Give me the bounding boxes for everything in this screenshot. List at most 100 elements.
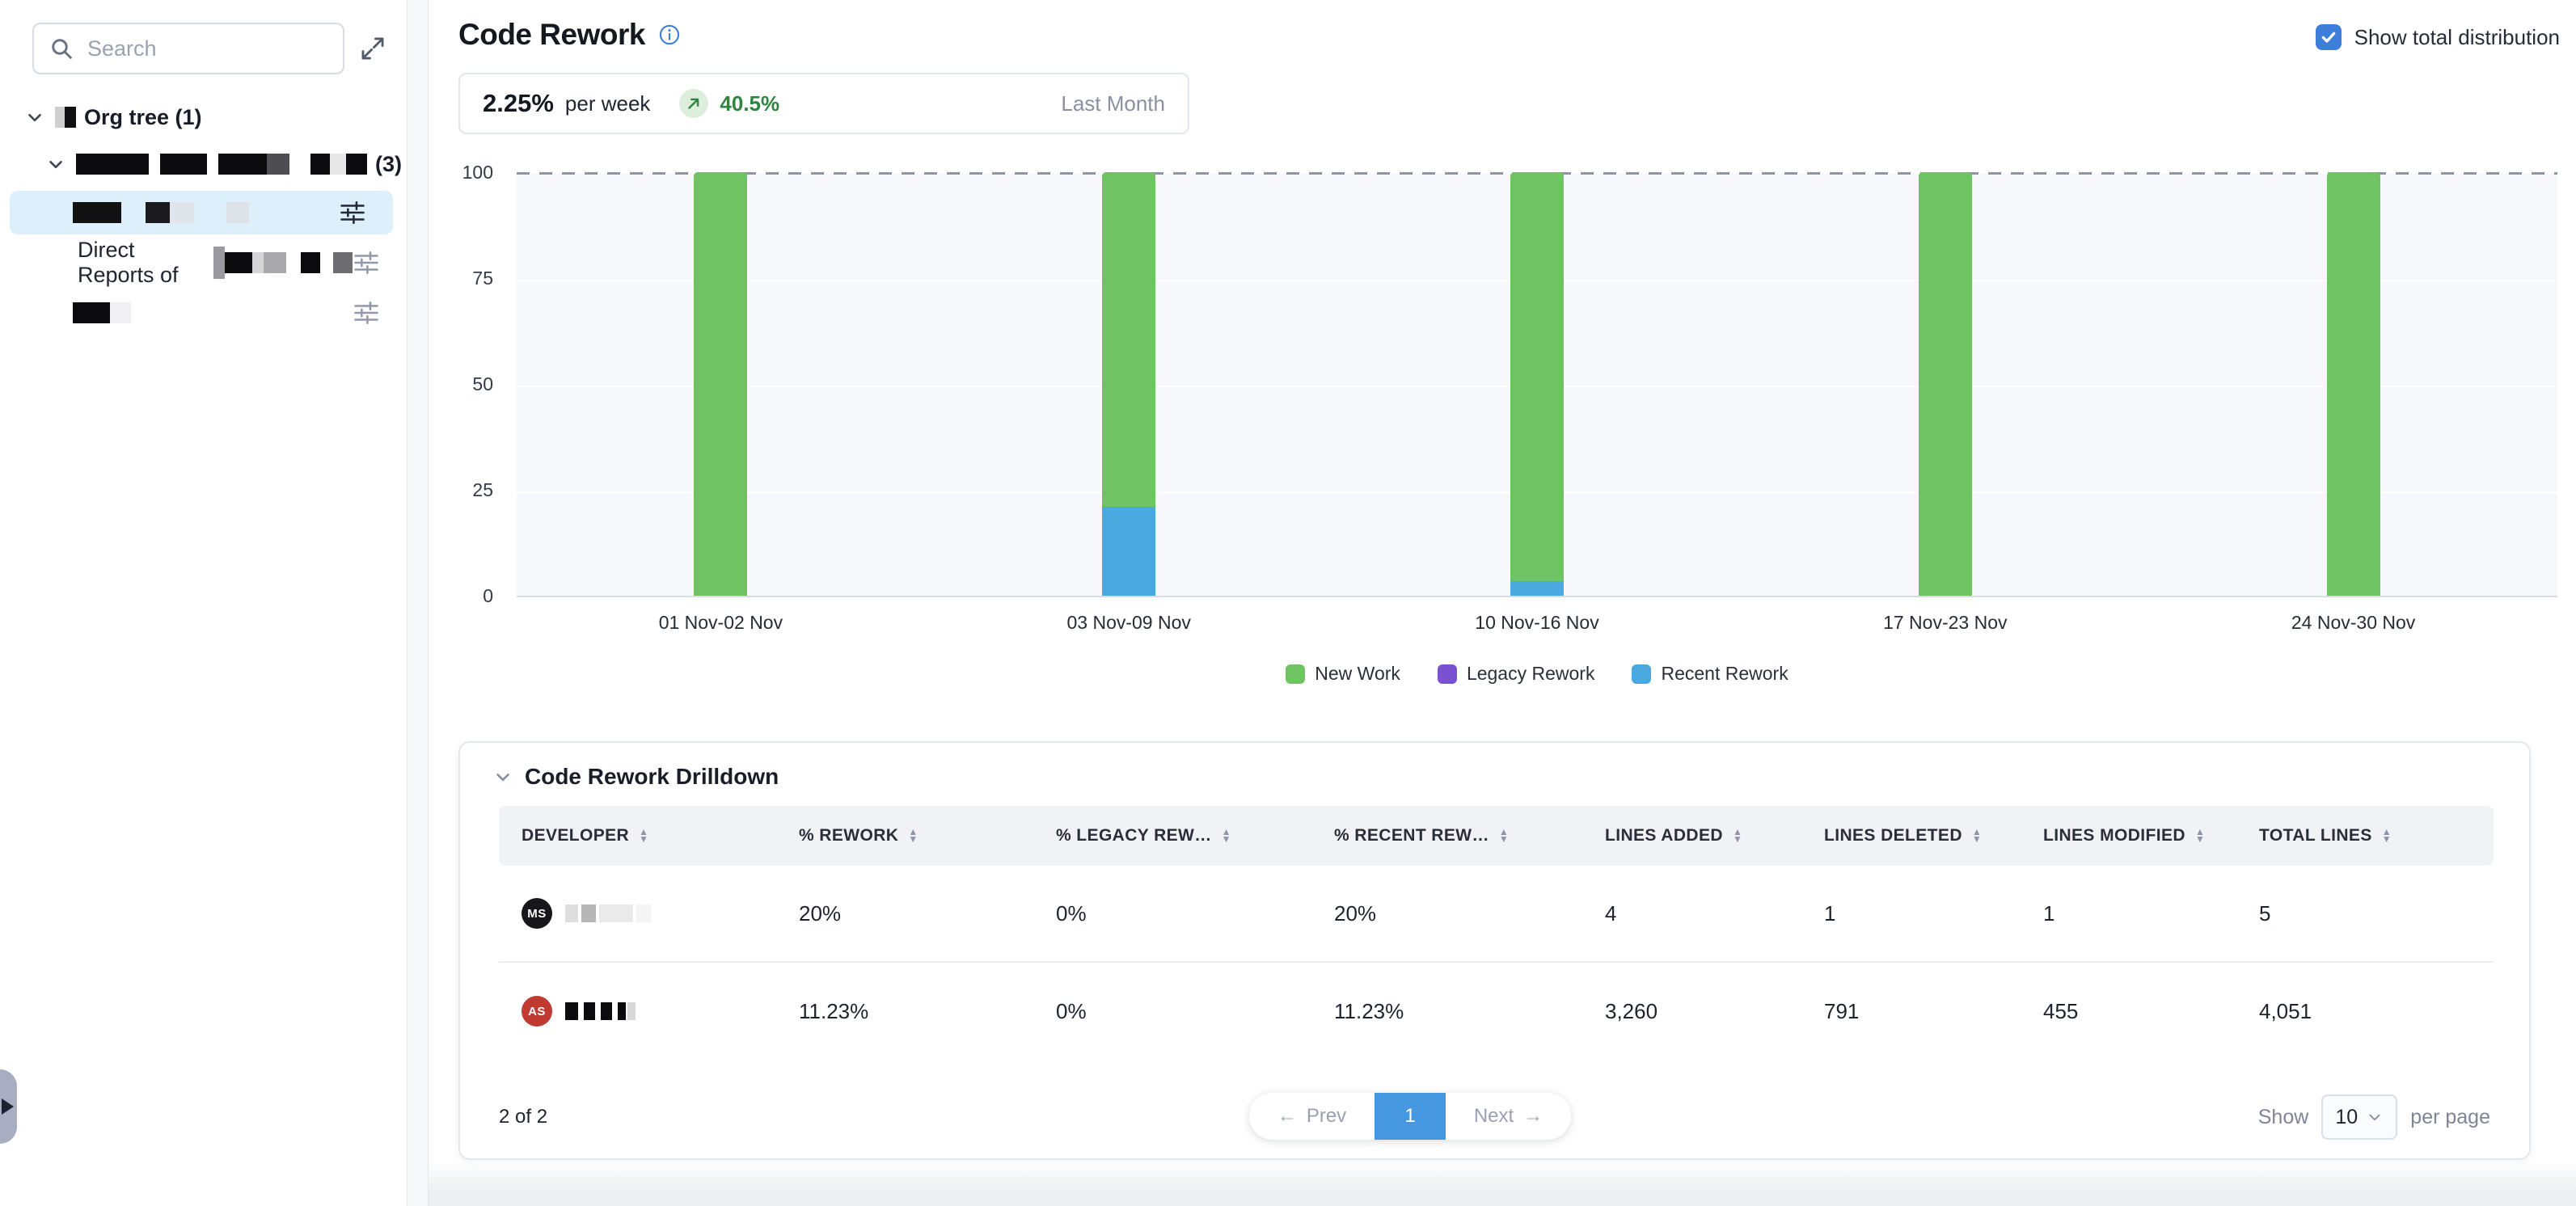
cell-rework: 11.23% <box>776 999 1033 1024</box>
cell-lines-modified: 455 <box>2021 999 2236 1024</box>
info-icon[interactable] <box>658 23 681 46</box>
redacted-text <box>213 247 353 279</box>
drilldown-title: Code Rework Drilldown <box>525 764 779 790</box>
drilldown-table: DEVELOPER▲▼ % REWORK▲▼ % LEGACY REW…▲▼ %… <box>499 806 2494 1060</box>
next-page-button[interactable]: Next → <box>1446 1093 1571 1140</box>
legend-swatch <box>1286 664 1305 684</box>
column-header-developer[interactable]: DEVELOPER▲▼ <box>499 826 776 845</box>
tree-item-label: Org tree (1) <box>84 105 202 130</box>
column-header-lines-added[interactable]: LINES ADDED▲▼ <box>1582 826 1801 845</box>
sort-icon[interactable]: ▲▼ <box>1499 829 1509 842</box>
tree-item-selected-redacted[interactable] <box>10 191 393 234</box>
table-header-row: DEVELOPER▲▼ % REWORK▲▼ % LEGACY REW…▲▼ %… <box>499 806 2494 866</box>
arrow-left-icon: ← <box>1277 1105 1297 1128</box>
column-header-lines-deleted[interactable]: LINES DELETED▲▼ <box>1801 826 2021 845</box>
bar-segment <box>1102 507 1155 596</box>
cell-lines-added: 4 <box>1582 901 1801 926</box>
filter-sliders-icon[interactable] <box>353 299 380 327</box>
chevron-down-icon[interactable] <box>24 107 45 128</box>
x-axis-label: 24 Nov-30 Nov <box>2149 612 2557 634</box>
avatar: MS <box>522 898 552 929</box>
column-header-legacy-rework[interactable]: % LEGACY REW…▲▼ <box>1033 826 1311 845</box>
y-axis-label: 50 <box>432 373 493 395</box>
cell-lines-deleted: 1 <box>1801 901 2021 926</box>
bar-segment <box>1510 172 1564 581</box>
y-axis-label: 25 <box>432 479 493 501</box>
arrow-right-icon <box>2 1098 14 1115</box>
cell-lines-deleted: 791 <box>1801 999 2021 1024</box>
sort-icon[interactable]: ▲▼ <box>1222 829 1231 842</box>
trend-up-icon <box>679 89 708 118</box>
kpi-delta: 40.5% <box>720 91 779 116</box>
filter-sliders-icon[interactable] <box>353 249 380 276</box>
sort-icon[interactable]: ▲▼ <box>1733 829 1742 842</box>
bar-segment <box>1102 172 1155 507</box>
org-tree: Org tree (1) (3) <box>0 95 407 335</box>
tree-item-org-root[interactable]: Org tree (1) <box>0 95 407 139</box>
x-axis-label: 10 Nov-16 Nov <box>1333 612 1742 634</box>
pagination: ← Prev 1 Next → <box>1249 1093 1571 1140</box>
kpi-unit: per week <box>565 91 651 116</box>
avatar: AS <box>522 996 552 1027</box>
legend-label: Legacy Rework <box>1467 663 1595 685</box>
x-axis-label: 17 Nov-23 Nov <box>1741 612 2149 634</box>
filter-sliders-icon[interactable] <box>339 199 366 226</box>
legend-label: New Work <box>1315 663 1400 685</box>
legend-item: Recent Rework <box>1632 663 1788 685</box>
tree-item-direct-reports[interactable]: Direct Reports of <box>0 241 407 285</box>
tree-item-count: (3) <box>375 152 402 177</box>
column-header-total-lines[interactable]: TOTAL LINES▲▼ <box>2236 826 2494 845</box>
redacted-text <box>73 302 131 323</box>
bar-segment <box>694 172 747 596</box>
bar-stack <box>694 172 747 596</box>
cell-legacy-rework: 0% <box>1033 901 1311 926</box>
app-root: Org tree (1) (3) <box>0 0 2576 1206</box>
sort-icon[interactable]: ▲▼ <box>908 829 918 842</box>
sort-icon[interactable]: ▲▼ <box>639 829 648 842</box>
bar-stack <box>2327 172 2380 596</box>
arrow-right-icon: → <box>1523 1105 1543 1128</box>
cell-legacy-rework: 0% <box>1033 999 1311 1024</box>
sort-icon[interactable]: ▲▼ <box>2195 829 2205 842</box>
chart-legend: New Work Legacy Rework Recent Rework <box>517 663 2557 685</box>
legend-item: Legacy Rework <box>1438 663 1595 685</box>
sort-icon[interactable]: ▲▼ <box>1972 829 1982 842</box>
per-page-label: per page <box>2410 1106 2490 1129</box>
legend-swatch <box>1632 664 1651 684</box>
page-size-select[interactable]: 10 <box>2321 1094 2397 1140</box>
org-avatar-redacted <box>55 107 76 128</box>
expand-panel-icon[interactable] <box>353 29 392 68</box>
checkbox-checked-icon[interactable] <box>2316 24 2342 50</box>
chevron-down-icon[interactable] <box>45 154 66 175</box>
cell-lines-modified: 1 <box>2021 901 2236 926</box>
tree-item-label: Direct Reports of <box>78 238 205 288</box>
column-header-rework[interactable]: % REWORK▲▼ <box>776 826 1033 845</box>
cell-rework: 20% <box>776 901 1033 926</box>
cell-recent-rework: 20% <box>1311 901 1582 926</box>
panel-expand-handle[interactable] <box>0 1069 17 1144</box>
sidebar: Org tree (1) (3) <box>0 0 407 1206</box>
cell-total-lines: 5 <box>2236 901 2494 926</box>
table-row[interactable]: MS 20% 0% 20% 4 1 1 5 <box>499 866 2494 963</box>
search-input[interactable] <box>87 36 314 61</box>
column-header-lines-modified[interactable]: LINES MODIFIED▲▼ <box>2021 826 2236 845</box>
y-axis-label: 0 <box>432 585 493 607</box>
legend-label: Recent Rework <box>1661 663 1788 685</box>
active-page-button[interactable]: 1 <box>1375 1093 1446 1140</box>
y-axis-label: 100 <box>432 162 493 183</box>
redacted-text <box>73 202 249 223</box>
y-axis-label: 75 <box>432 268 493 289</box>
collapse-chevron-icon[interactable] <box>492 766 513 787</box>
column-header-recent-rework[interactable]: % RECENT REW…▲▼ <box>1311 826 1582 845</box>
tree-item-redacted[interactable] <box>0 291 407 335</box>
redacted-text <box>565 904 651 922</box>
sort-icon[interactable]: ▲▼ <box>2382 829 2392 842</box>
search-box[interactable] <box>32 23 344 74</box>
drilldown-card: Code Rework Drilldown DEVELOPER▲▼ % REWO… <box>458 741 2531 1160</box>
show-total-distribution-toggle[interactable]: Show total distribution <box>2316 24 2560 50</box>
cell-lines-added: 3,260 <box>1582 999 1801 1024</box>
table-row[interactable]: AS 11.23% 0% 11.23% 3,260 791 455 <box>499 963 2494 1060</box>
legend-item: New Work <box>1286 663 1400 685</box>
prev-page-button[interactable]: ← Prev <box>1249 1093 1375 1140</box>
tree-item-group-redacted[interactable]: (3) <box>0 142 407 186</box>
